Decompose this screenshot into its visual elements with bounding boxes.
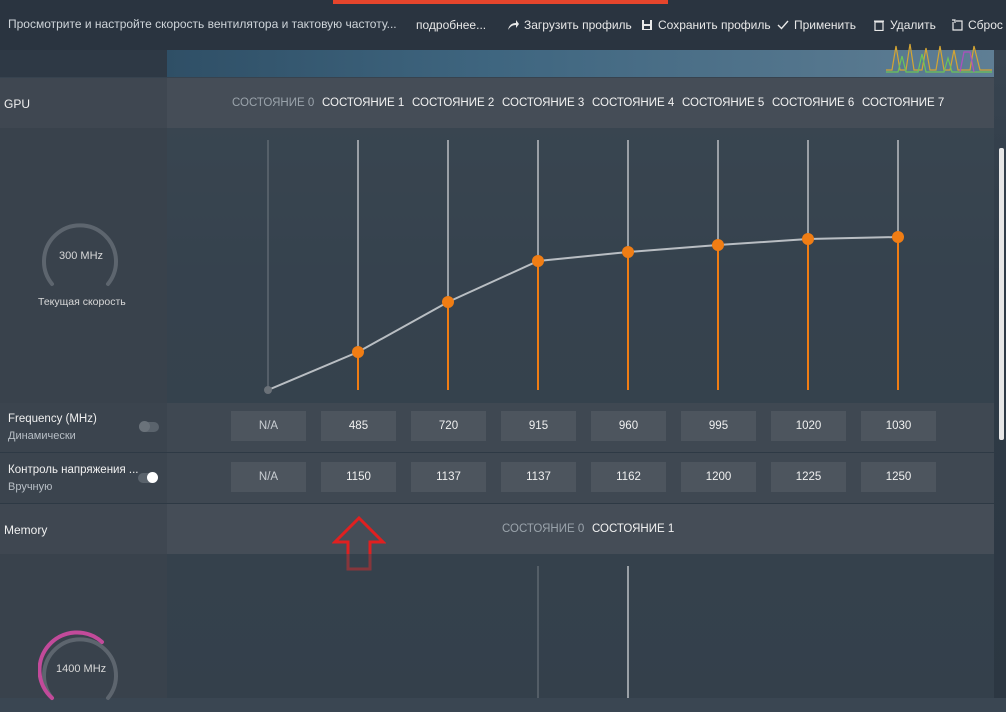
frequency-mode: Динамически: [8, 430, 76, 442]
gpu-state-3-tab[interactable]: СОСТОЯНИЕ 3: [502, 97, 584, 109]
frequency-toggle-knob: [139, 421, 150, 432]
voltage-state-2-field[interactable]: 1137: [411, 462, 486, 492]
state-3-point[interactable]: [532, 255, 544, 267]
state-4-point[interactable]: [622, 246, 634, 258]
checkmark-icon: [777, 20, 789, 30]
memory-section-label: Memory: [4, 523, 48, 537]
gpu-state-4-tab[interactable]: СОСТОЯНИЕ 4: [592, 97, 674, 109]
state-5-point[interactable]: [712, 239, 724, 251]
active-tab-indicator: [333, 0, 668, 4]
state-2-point[interactable]: [442, 296, 454, 308]
frequency-state-4-field[interactable]: 960: [591, 411, 666, 441]
voltage-title: Контроль напряжения ...: [8, 464, 139, 476]
frequency-state-7-field[interactable]: 1030: [861, 411, 936, 441]
state-7-point[interactable]: [892, 231, 904, 243]
frequency-state-3-field[interactable]: 915: [501, 411, 576, 441]
delete-label: Удалить: [890, 18, 936, 32]
voltage-state-3-field[interactable]: 1137: [501, 462, 576, 492]
gpu-state-2-tab[interactable]: СОСТОЯНИЕ 2: [412, 97, 494, 109]
state-1-point[interactable]: [352, 346, 364, 358]
gpu-gauge-value: 300 MHz: [59, 250, 104, 262]
voltage-state-5-field[interactable]: 1200: [681, 462, 756, 492]
frequency-state-1-field[interactable]: 485: [321, 411, 396, 441]
gpu-gauge-caption: Текущая скорость: [38, 296, 126, 308]
reset-button[interactable]: Сброс: [951, 18, 1003, 32]
page-description: Просмотрите и настройте скорость вентиля…: [8, 17, 397, 31]
voltage-mode: Вручную: [8, 481, 53, 493]
state-6-point[interactable]: [802, 233, 814, 245]
frequency-state-0-field: N/A: [231, 411, 306, 441]
header-left-panel: [0, 50, 167, 77]
more-link[interactable]: подробнее...: [416, 18, 486, 32]
frequency-title: Frequency (MHz): [8, 413, 97, 425]
gpu-state-6-tab[interactable]: СОСТОЯНИЕ 6: [772, 97, 854, 109]
voltage-state-6-field[interactable]: 1225: [771, 462, 846, 492]
clock-curve-line: [267, 236, 899, 391]
save-profile-label: Сохранить профиль: [658, 18, 771, 32]
voltage-state-1-field[interactable]: 1150: [321, 462, 396, 492]
save-disk-icon: [642, 20, 652, 30]
delete-button[interactable]: Удалить: [873, 18, 936, 32]
frequency-state-2-field[interactable]: 720: [411, 411, 486, 441]
state-0-point[interactable]: [264, 386, 272, 394]
share-arrow-icon: [508, 20, 519, 30]
frequency-state-5-field[interactable]: 995: [681, 411, 756, 441]
voltage-state-7-field[interactable]: 1250: [861, 462, 936, 492]
gpu-state-1-tab[interactable]: СОСТОЯНИЕ 1: [322, 97, 404, 109]
memory-state-0-tab[interactable]: СОСТОЯНИЕ 0: [502, 523, 584, 535]
activity-graph-thumbnail: [886, 43, 992, 73]
apply-label: Применить: [794, 18, 857, 32]
memory-state-1-tab[interactable]: СОСТОЯНИЕ 1: [592, 523, 674, 535]
voltage-toggle-knob: [147, 472, 158, 483]
voltage-state-0-field: N/A: [231, 462, 306, 492]
memory-clock-curve-chart[interactable]: [167, 554, 994, 698]
load-profile-label: Загрузить профиль: [524, 18, 632, 32]
gpu-clock-curve-chart[interactable]: [167, 128, 994, 403]
gpu-state-0-tab[interactable]: СОСТОЯНИЕ 0: [232, 97, 314, 109]
apply-button[interactable]: Применить: [777, 18, 856, 32]
gpu-section-label: GPU: [4, 97, 31, 111]
gpu-state-7-tab[interactable]: СОСТОЯНИЕ 7: [862, 97, 944, 109]
header-banner: [167, 50, 994, 77]
gpu-state-5-tab[interactable]: СОСТОЯНИЕ 5: [682, 97, 764, 109]
voltage-state-4-field[interactable]: 1162: [591, 462, 666, 492]
memory-gauge-value: 1400 MHz: [56, 663, 107, 675]
frequency-state-6-field[interactable]: 1020: [771, 411, 846, 441]
trash-icon: [874, 20, 884, 31]
save-profile-button[interactable]: Сохранить профиль: [641, 18, 771, 32]
vertical-scrollbar[interactable]: [999, 148, 1004, 440]
load-profile-button[interactable]: Загрузить профиль: [507, 18, 632, 32]
reset-label: Сброс: [968, 18, 1003, 32]
reset-icon: [952, 19, 963, 31]
